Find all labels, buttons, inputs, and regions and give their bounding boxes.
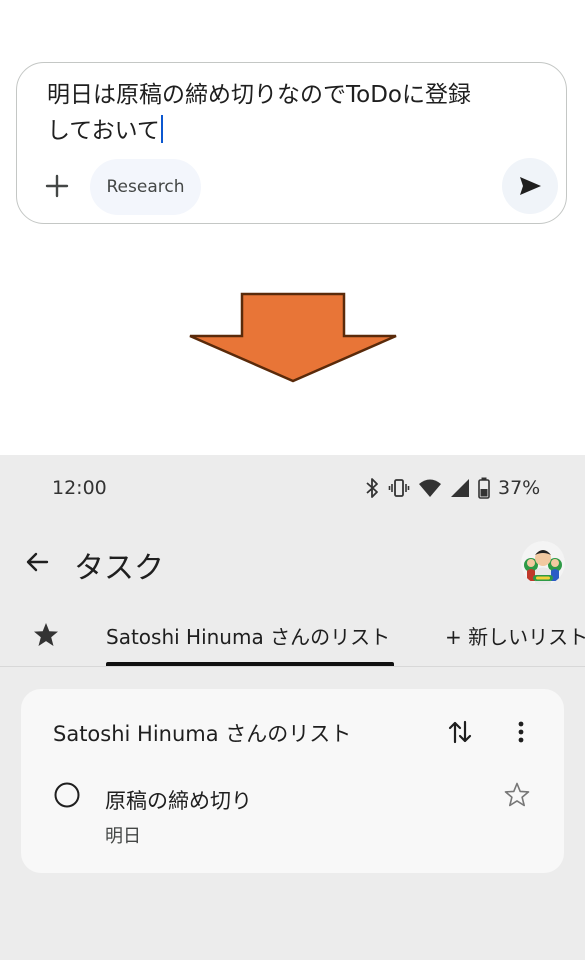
sort-icon[interactable] <box>445 717 475 747</box>
task-due-date: 明日 <box>105 826 141 847</box>
tasks-app-screen: 12:00 37% タスク Satoshi Hinuma さんのリスト + 新し… <box>0 455 585 960</box>
prompt-input[interactable]: 明日は原稿の締め切りなのでToDoに登録 しておいて <box>47 77 517 149</box>
avatar-image <box>521 541 565 585</box>
starred-tab-star-icon[interactable] <box>32 621 60 649</box>
add-button[interactable] <box>39 168 75 204</box>
page: 明日は原稿の締め切りなのでToDoに登録 しておいて Research 12:0… <box>0 0 585 960</box>
status-icons: 37% <box>364 475 540 501</box>
tab-new-list[interactable]: + 新しいリスト <box>445 621 585 650</box>
send-icon <box>520 177 541 195</box>
tab-divider <box>0 666 585 667</box>
back-arrow-icon <box>26 552 49 572</box>
tab-my-list[interactable]: Satoshi Hinuma さんのリスト <box>106 621 390 650</box>
page-title: タスク <box>74 551 164 586</box>
wifi-icon <box>419 479 441 497</box>
task-title[interactable]: 原稿の締め切り <box>105 785 252 815</box>
plus-icon <box>45 174 69 198</box>
back-button[interactable] <box>22 547 52 577</box>
research-label: Research <box>106 177 185 197</box>
bluetooth-icon <box>366 478 378 498</box>
task-list-card: Satoshi Hinuma さんのリスト 原稿の締め切り 明日 <box>21 689 564 873</box>
prompt-composer[interactable]: 明日は原稿の締め切りなのでToDoに登録 しておいて Research <box>16 62 567 224</box>
down-arrow-icon <box>189 292 397 383</box>
signal-icon <box>451 479 469 497</box>
task-star-icon[interactable] <box>503 781 531 809</box>
avatar[interactable] <box>521 541 565 585</box>
send-button[interactable] <box>502 158 558 214</box>
prompt-text: 明日は原稿の締め切りなのでToDoに登録 しておいて <box>47 82 471 144</box>
more-vert-icon[interactable] <box>509 717 533 747</box>
vibrate-icon <box>388 479 410 497</box>
battery-icon <box>478 477 490 499</box>
text-caret <box>160 115 163 143</box>
research-chip[interactable]: Research <box>90 159 201 215</box>
battery-percent: 37% <box>498 477 541 499</box>
status-time: 12:00 <box>52 477 107 499</box>
list-title: Satoshi Hinuma さんのリスト <box>53 722 352 746</box>
task-complete-checkbox[interactable] <box>54 782 80 808</box>
